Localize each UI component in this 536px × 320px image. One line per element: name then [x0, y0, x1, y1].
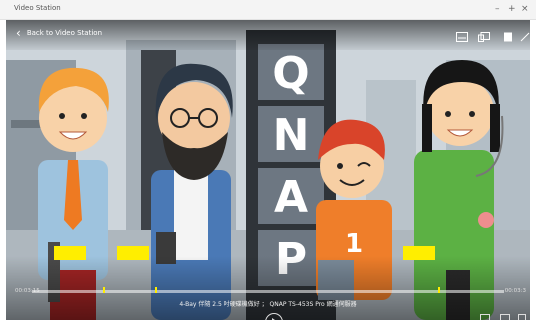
annotation-highlight — [117, 246, 149, 260]
play-button[interactable] — [265, 313, 283, 320]
volume-icon[interactable] — [518, 314, 526, 320]
seek-marker[interactable] — [154, 287, 157, 293]
seek-marker[interactable] — [437, 287, 440, 293]
fullscreen-icon[interactable] — [520, 27, 530, 42]
sign-letter: A — [274, 172, 308, 223]
window-title: Video Station — [14, 4, 61, 12]
video-player[interactable]: Q N A P — [6, 20, 530, 320]
total-time: 00:03:3 — [504, 288, 526, 294]
shirt-number: 1 — [345, 229, 363, 259]
subtitle-icon[interactable] — [456, 27, 468, 42]
player-topbar: ‹ Back to Video Station — [6, 20, 530, 50]
info-icon[interactable] — [502, 27, 514, 42]
annotation-highlight — [54, 246, 86, 260]
chevron-left-icon: ‹ — [16, 26, 21, 40]
minimize-icon[interactable]: – — [495, 3, 500, 15]
settings-icon[interactable] — [500, 314, 510, 320]
cast-icon[interactable] — [478, 27, 490, 42]
player-controls: 00:03:15 00:03:3 4-Bay 伴隨 2.5 吋硬碟機做好 ； Q… — [6, 256, 530, 320]
playlist-icon[interactable] — [480, 314, 490, 320]
seek-marker[interactable] — [102, 287, 105, 293]
sign-letter: Q — [272, 48, 309, 99]
window-titlebar: Video Station – + × — [0, 0, 536, 20]
close-icon[interactable]: × — [521, 3, 529, 15]
maximize-icon[interactable]: + — [508, 3, 516, 15]
back-label: Back to Video Station — [26, 29, 103, 37]
video-caption: 4-Bay 伴隨 2.5 吋硬碟機做好 ； QNAP TS-453S Pro 網… — [179, 301, 357, 308]
back-button[interactable]: ‹ Back to Video Station — [16, 26, 103, 40]
sign-letter: N — [273, 110, 310, 161]
annotation-highlight — [403, 246, 435, 260]
seek-bar[interactable] — [32, 287, 504, 293]
